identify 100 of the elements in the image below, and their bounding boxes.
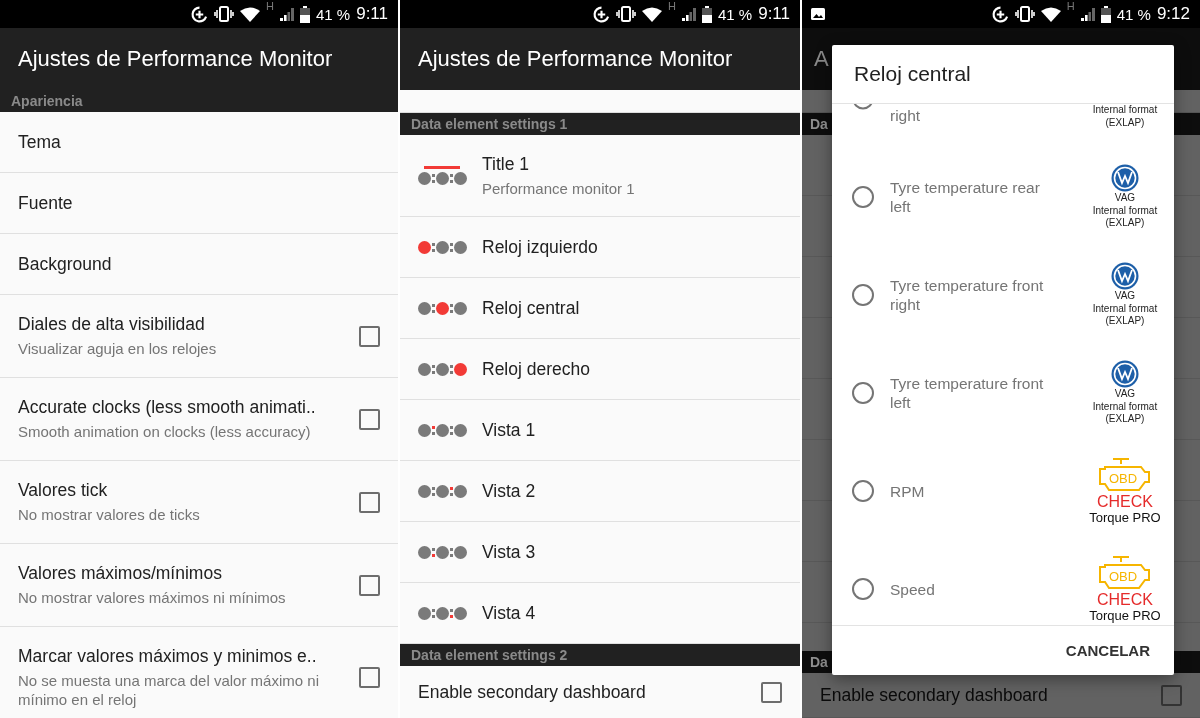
option-item[interactable]: Tyre temperature front left VAG Internal format (EXLAP): [832, 344, 1174, 442]
source-label: VAG: [1114, 290, 1136, 303]
radio-button[interactable]: [852, 284, 874, 306]
option-item[interactable]: Tyre temperature rear left VAG Internal format (EXLAP): [832, 148, 1174, 246]
item-title: Vista 2: [482, 480, 537, 502]
data-saver-icon: [593, 5, 610, 23]
clock-time: 9:11: [758, 4, 790, 24]
source-label: Internal format: [1092, 204, 1158, 218]
source-label: Torque PRO: [1089, 608, 1161, 623]
section-header: Apariencia: [0, 90, 398, 112]
source-label: Torque PRO: [1089, 510, 1161, 525]
data-saver-icon: [991, 5, 1009, 23]
dialog-title: Reloj central: [854, 62, 971, 86]
battery-percent: 41 %: [315, 5, 351, 23]
radio-button[interactable]: [852, 186, 874, 208]
emblem-icon: [1110, 164, 1139, 193]
option-item[interactable]: Tyre temperature front right VAG Internal format (EXLAP): [832, 246, 1174, 344]
clock-time: 9:12: [1156, 4, 1190, 24]
item-title: Accurate clocks (less smooth animati..: [18, 397, 317, 418]
vibrate-icon: [1014, 6, 1035, 22]
engine-outline-icon: [1096, 555, 1153, 591]
item-title: Reloj izquierdo: [482, 236, 599, 258]
element-item[interactable]: Reloj izquierdo: [400, 217, 800, 278]
element-item[interactable]: Vista 1: [400, 400, 800, 461]
radio-button[interactable]: [852, 578, 874, 600]
checkbox[interactable]: [359, 325, 380, 347]
source-label: (EXLAP): [1105, 217, 1145, 230]
item-title: Vista 4: [482, 602, 537, 624]
source-label: (EXLAP): [1105, 315, 1145, 328]
checkbox[interactable]: [1161, 684, 1182, 706]
option-item[interactable]: Speed OBD CHECK Torque PRO: [832, 540, 1174, 625]
source-label: (EXLAP): [1105, 116, 1145, 129]
check-label: CHECK: [1096, 591, 1153, 608]
checkbox[interactable]: [359, 667, 380, 688]
item-title: Valores tick: [18, 480, 109, 501]
checkbox[interactable]: [761, 681, 782, 703]
vibrate-icon: [214, 6, 234, 22]
wifi-icon: [240, 6, 260, 22]
radio-button[interactable]: [852, 104, 874, 110]
item-title: Diales de alta visibilidad: [18, 314, 206, 335]
battery-icon: [701, 5, 712, 23]
app-title: Ajustes de Performance Monitor: [18, 46, 333, 72]
item-title: Marcar valores máximos y minimos e..: [18, 646, 318, 667]
emblem-icon: [1110, 360, 1139, 389]
check-label: CHECK: [1096, 493, 1153, 510]
element-item[interactable]: Reloj central: [400, 278, 800, 339]
option-label: Speed: [890, 579, 936, 599]
item-title: Background: [18, 253, 112, 275]
battery-icon: [1100, 5, 1111, 23]
engine-badge-label: OBD: [1108, 471, 1138, 486]
checkbox[interactable]: [359, 491, 380, 513]
item-title: Reloj central: [482, 297, 581, 319]
emblem-icon: [1110, 262, 1139, 291]
radio-button[interactable]: [852, 382, 874, 404]
network-type: H: [668, 0, 676, 12]
source-label: (EXLAP): [1105, 413, 1145, 426]
item-title: Valores máximos/mínimos: [18, 563, 223, 584]
engine-outline-icon: [1096, 457, 1153, 493]
item-title: Tema: [18, 131, 61, 153]
radio-button[interactable]: [852, 480, 874, 502]
source-label: Internal format: [1092, 400, 1158, 414]
section-header: Data element settings 2: [400, 644, 800, 666]
item-title: Enable secondary dashboard: [418, 681, 647, 703]
section-header: Data element settings 1: [400, 113, 800, 135]
image-icon: [810, 7, 826, 21]
clock-time: 9:11: [356, 4, 388, 24]
option-label: Tyre temperature front right: [890, 276, 1045, 314]
checkbox[interactable]: [359, 408, 380, 430]
element-item[interactable]: Title 1 Performance monitor 1: [400, 135, 800, 217]
item-title: Vista 1: [482, 419, 537, 441]
data-saver-icon: [191, 5, 208, 23]
option-label: Tyre temperature rear left: [890, 178, 1041, 216]
source-label: Internal format: [1092, 302, 1158, 316]
item-title: Vista 3: [482, 541, 537, 563]
item-title: Fuente: [18, 192, 73, 214]
element-item[interactable]: Reloj derecho: [400, 339, 800, 400]
item-title: Enable secondary dashboard: [820, 684, 1049, 706]
network-type: H: [266, 0, 274, 12]
item-summary: No mostrar valores máximos ni mínimos: [18, 588, 287, 607]
option-label: Tyre temperature front left: [890, 374, 1045, 412]
network-type: H: [1066, 0, 1075, 12]
vibrate-icon: [616, 6, 636, 22]
checkbox[interactable]: [359, 574, 380, 596]
engine-badge-label: OBD: [1108, 569, 1138, 584]
signal-icon: [279, 7, 294, 21]
signal-icon: [1080, 7, 1095, 21]
app-title: Ajustes de Performance Monitor: [418, 46, 733, 72]
battery-percent: 41 %: [1116, 5, 1151, 23]
option-label: RPM: [890, 481, 926, 501]
element-item[interactable]: Vista 3: [400, 522, 800, 583]
item-title: Reloj derecho: [482, 358, 591, 380]
element-item[interactable]: Vista 2: [400, 461, 800, 522]
item-summary: Visualizar aguja en los relojes: [18, 339, 218, 358]
item-summary: Smooth animation on clocks (less accuracy): [18, 422, 312, 441]
source-label: VAG: [1114, 192, 1136, 205]
option-item[interactable]: RPM OBD CHECK Torque PRO: [832, 442, 1174, 540]
item-title: Title 1: [482, 153, 530, 175]
wifi-icon: [642, 6, 662, 22]
item-summary: No mostrar valores de ticks: [18, 505, 201, 524]
battery-percent: 41 %: [717, 5, 753, 23]
